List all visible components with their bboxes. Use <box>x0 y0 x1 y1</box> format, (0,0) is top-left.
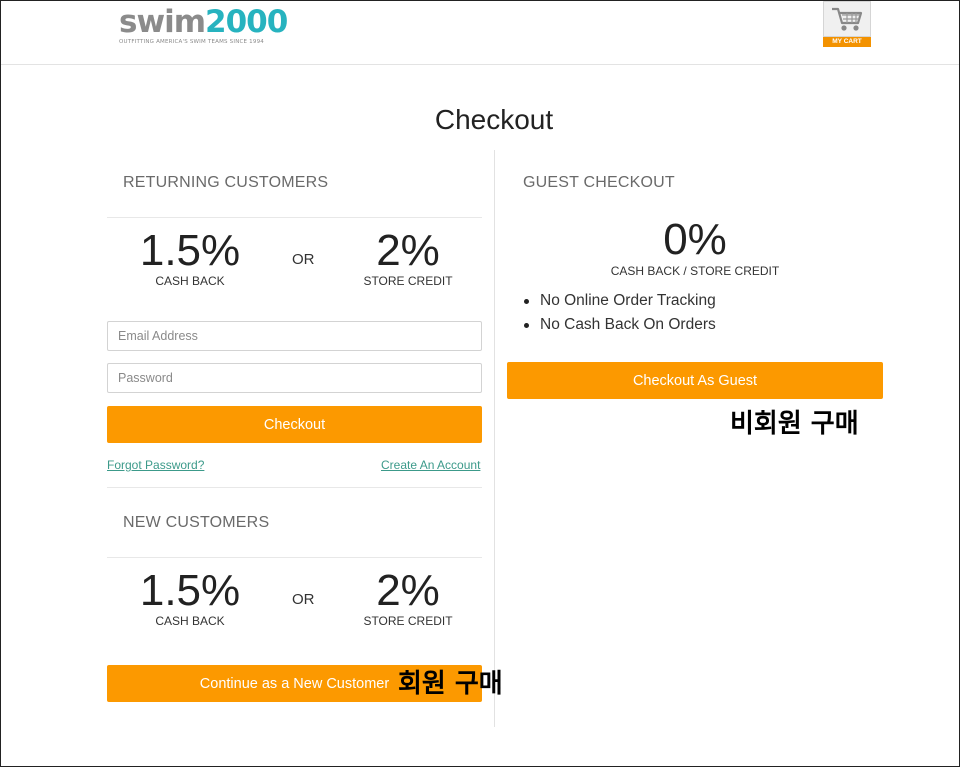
bullet-icon <box>524 322 529 328</box>
checkout-as-guest-button[interactable]: Checkout As Guest <box>507 362 883 399</box>
logo-wordmark: swim2000 <box>119 4 288 40</box>
create-account-link[interactable]: Create An Account <box>381 458 480 472</box>
logo-tagline: OUTFITTING AMERICA'S SWIM TEAMS SINCE 19… <box>119 39 264 45</box>
password-field[interactable] <box>107 363 482 393</box>
new-credit-label: STORE CREDIT <box>363 614 453 628</box>
returning-credit-label: STORE CREDIT <box>363 274 453 288</box>
returning-or-label: OR <box>292 251 315 268</box>
guest-percent-value: 0% <box>663 215 727 264</box>
returning-credit-value: 2% <box>376 226 440 275</box>
logo-swim-text: swim <box>119 4 206 40</box>
new-or-label: OR <box>292 591 315 608</box>
bullet-icon <box>524 298 529 304</box>
checkout-button[interactable]: Checkout <box>107 406 482 443</box>
site-header: swim2000 OUTFITTING AMERICA'S SWIM TEAMS… <box>1 1 959 65</box>
site-logo[interactable]: swim2000 OUTFITTING AMERICA'S SWIM TEAMS… <box>119 4 288 45</box>
list-item-text: No Cash Back On Orders <box>540 316 716 333</box>
guest-limitations-list: No Online Order Tracking No Cash Back On… <box>524 289 716 337</box>
guest-purchase-annotation: 비회원 구매 <box>730 409 859 439</box>
logo-number-text: 2000 <box>205 4 288 40</box>
new-credit-value: 2% <box>376 566 440 615</box>
new-customers-heading: NEW CUSTOMERS <box>123 514 270 531</box>
divider <box>107 217 482 218</box>
new-cashback-label: CASH BACK <box>155 614 225 628</box>
divider <box>107 487 482 488</box>
my-cart-button[interactable]: MY CART <box>823 1 871 47</box>
returning-cashback-value: 1.5% <box>139 226 241 275</box>
new-cashback-value: 1.5% <box>139 566 241 615</box>
returning-cashback-label: CASH BACK <box>155 274 225 288</box>
guest-checkout-heading: GUEST CHECKOUT <box>523 174 675 191</box>
list-item: No Cash Back On Orders <box>524 313 716 337</box>
page-title: Checkout <box>434 104 554 135</box>
member-purchase-annotation: 회원 구매 <box>398 669 503 699</box>
divider <box>107 557 482 558</box>
forgot-password-link[interactable]: Forgot Password? <box>107 458 204 472</box>
cart-label: MY CART <box>823 37 871 47</box>
shopping-cart-icon <box>823 1 871 37</box>
column-divider <box>494 150 495 727</box>
guest-percent-label: CASH BACK / STORE CREDIT <box>610 264 780 278</box>
returning-customers-heading: RETURNING CUSTOMERS <box>123 174 329 191</box>
email-field[interactable] <box>107 321 482 351</box>
list-item-text: No Online Order Tracking <box>540 292 716 309</box>
list-item: No Online Order Tracking <box>524 289 716 313</box>
